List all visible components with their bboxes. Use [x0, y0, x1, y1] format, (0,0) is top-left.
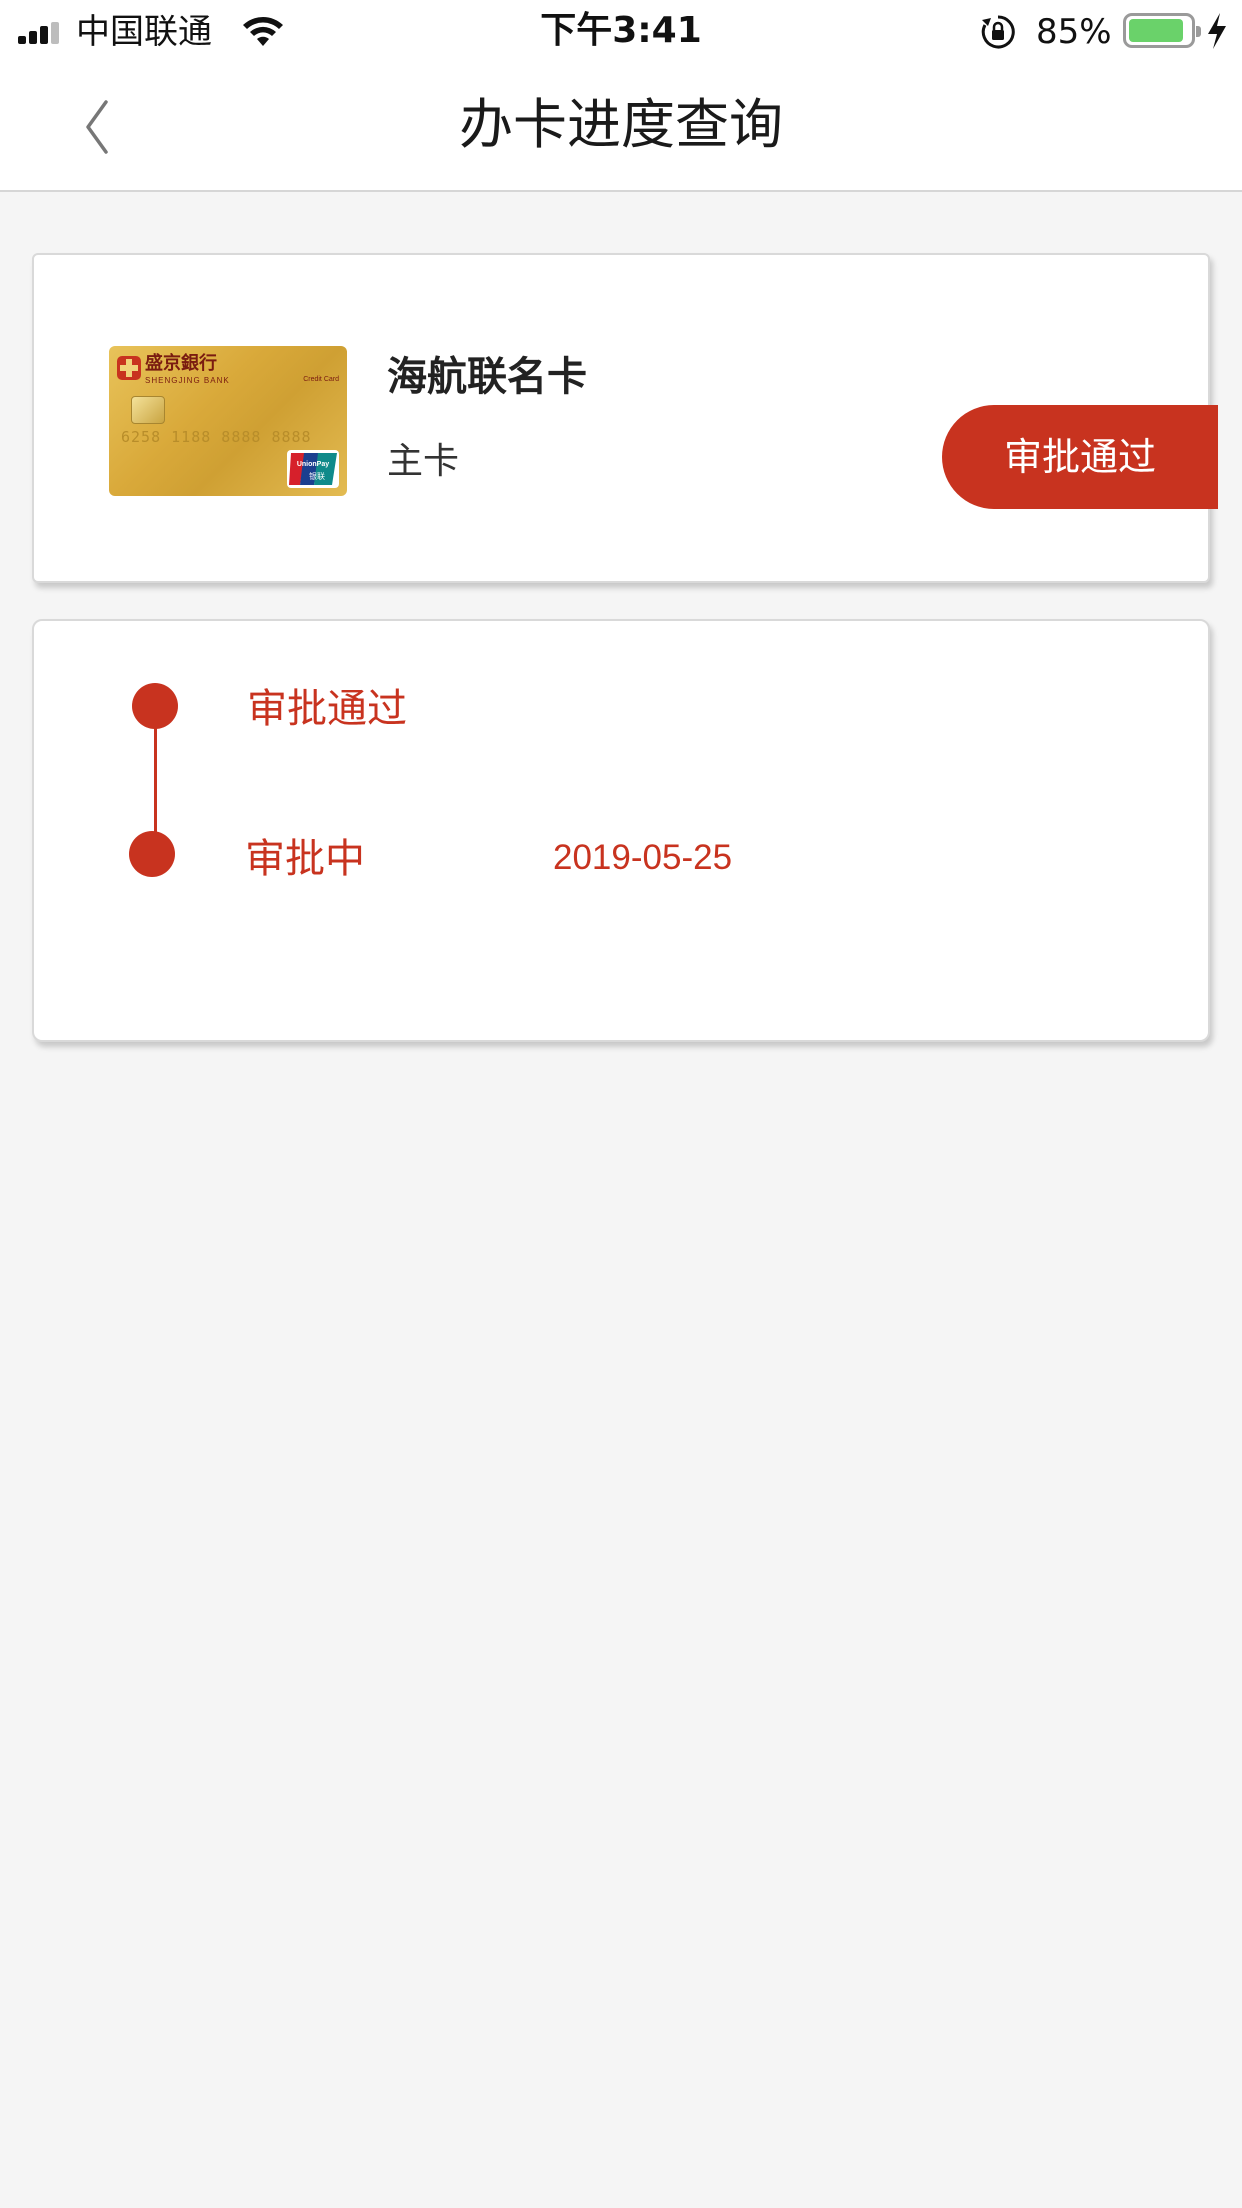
bank-logo-icon: [117, 356, 141, 380]
svg-text:UnionPay: UnionPay: [297, 461, 329, 468]
step-date: 2019-05-25: [553, 838, 733, 877]
timeline-dot: [129, 831, 175, 877]
battery-icon: [1123, 13, 1201, 48]
timeline-dot: [132, 683, 178, 729]
charging-bolt-icon: [1208, 13, 1226, 49]
unionpay-logo-icon: UnionPay 银联: [287, 450, 339, 488]
step-label-approved: 审批通过: [247, 686, 407, 732]
step-label-in-review: 审批中: [245, 836, 365, 882]
page-title: 办卡进度查询: [459, 93, 783, 156]
progress-panel: 审批通过 审批中 2019-05-25: [32, 619, 1210, 1042]
status-bar: 中国联通 下午3:41 85%: [0, 0, 1242, 62]
svg-text:银联: 银联: [309, 471, 325, 481]
card-chip-icon: [131, 396, 165, 424]
bank-name-text: 盛京銀行: [145, 353, 217, 374]
battery-percent: 85%: [1036, 12, 1112, 52]
credit-card-label: Credit Card: [303, 376, 339, 383]
card-number-text: 6258 1188 8888 8888: [121, 428, 312, 446]
card-type: 主卡: [387, 441, 460, 482]
card-name: 海航联名卡: [387, 354, 587, 400]
credit-card-image: 盛京銀行 SHENGJING BANK Credit Card 6258 118…: [109, 346, 347, 496]
battery-fill: [1129, 19, 1183, 42]
nav-bar: 办卡进度查询: [0, 62, 1242, 192]
orientation-lock-icon: [981, 15, 1015, 49]
bank-name-en-text: SHENGJING BANK: [145, 376, 230, 385]
status-badge: 审批通过: [942, 405, 1218, 509]
